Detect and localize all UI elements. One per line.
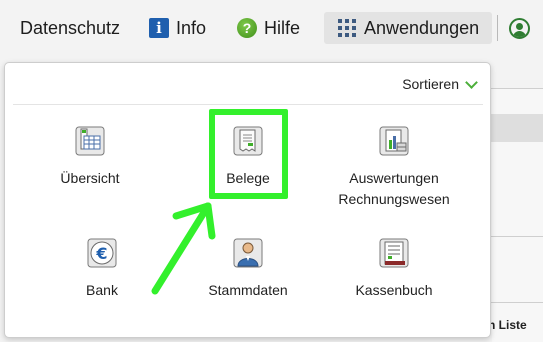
annotation-arrow bbox=[151, 202, 216, 295]
